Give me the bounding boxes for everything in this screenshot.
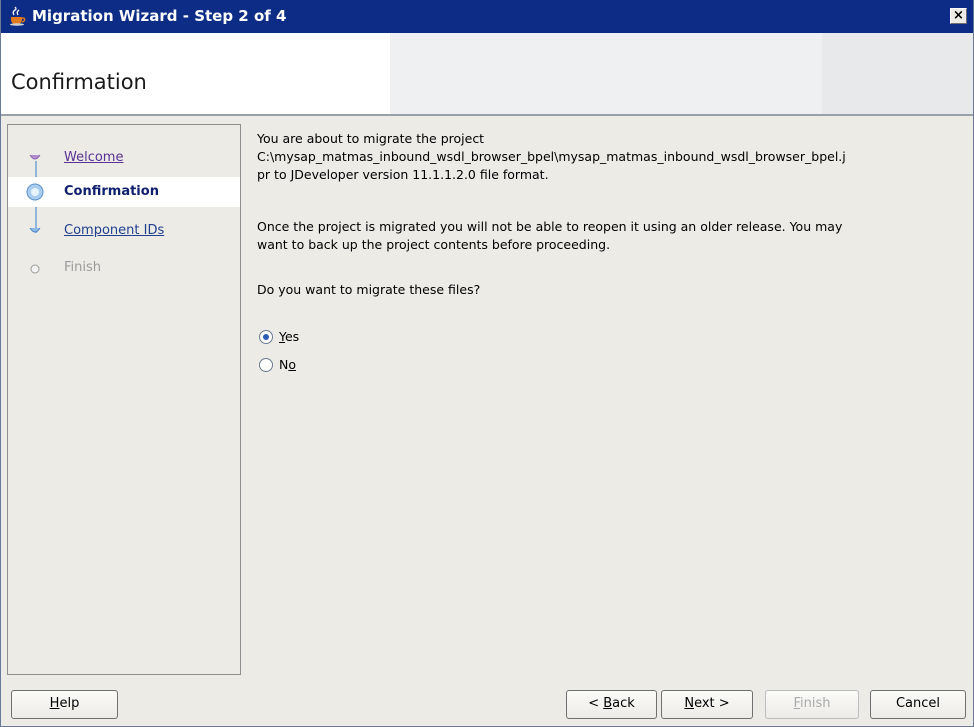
window-title: Migration Wizard - Step 2 of 4 [32,7,287,25]
step-confirmation[interactable]: Confirmation [8,177,240,207]
button-label: elp [59,696,80,711]
no-radio-label[interactable]: No [279,355,296,375]
step-pending-icon [29,227,41,233]
button-label: ext > [694,696,730,711]
yes-radio-label[interactable]: Yes [279,327,299,347]
yes-radio[interactable] [259,330,273,344]
button-label: inish [800,696,831,711]
step-component-ids[interactable]: Component IDs [8,216,240,246]
wizard-header: Confirmation [1,33,973,114]
step-confirmation-label: Confirmation [64,184,159,199]
step-finish-label: Finish [64,260,102,275]
warning-line: Once the project is migrated you will no… [257,219,843,234]
warning-text: Once the project is migrated you will no… [257,218,957,254]
migration-wizard-window: Migration Wizard - Step 2 of 4 × Confirm… [0,0,974,727]
step-visited-icon [29,154,41,160]
step-welcome[interactable]: Welcome [8,143,240,173]
step-welcome-label[interactable]: Welcome [64,143,123,173]
label-text: es [284,329,300,344]
step-disabled-icon [30,264,40,274]
button-label: ack [612,696,635,711]
no-radio[interactable] [259,358,273,372]
mnemonic-char: H [49,696,60,711]
next-button[interactable]: Next > [661,690,753,719]
header-band [390,33,822,114]
radio-selected-dot [263,334,269,340]
header-band-right [822,33,973,114]
title-bar[interactable]: Migration Wizard - Step 2 of 4 × [1,0,973,33]
mnemonic-char: B [603,696,613,711]
warning-line: want to back up the project contents bef… [257,237,611,252]
mnemonic-char: N [684,696,695,711]
java-cup-icon [10,6,26,26]
info-line: You are about to migrate the project [257,131,485,146]
close-button[interactable]: × [950,8,967,24]
info-line: pr to JDeveloper version 11.1.1.2.0 file… [257,167,549,182]
project-path: C:\mysap_matmas_inbound_wsdl_browser_bpe… [257,149,846,164]
migration-info-text: You are about to migrate the project C:\… [257,130,967,184]
help-button[interactable]: Help [11,690,118,719]
cancel-button[interactable]: Cancel [870,690,966,719]
label-text: N [279,357,289,372]
button-label: < [588,696,604,711]
back-button[interactable]: < Back [566,690,657,719]
button-label: Cancel [895,696,941,711]
step-component-ids-label[interactable]: Component IDs [64,216,164,246]
migrate-question: Do you want to migrate these files? [257,282,481,297]
header-divider [1,114,973,116]
mnemonic-char: o [288,357,297,372]
wizard-steps-panel: Welcome Confirmation Component IDs Finis… [7,124,241,675]
step-finish: Finish [8,253,240,283]
page-title: Confirmation [11,70,147,94]
step-current-icon [26,183,44,201]
close-icon: × [953,8,964,23]
finish-button[interactable]: Finish [765,690,859,719]
